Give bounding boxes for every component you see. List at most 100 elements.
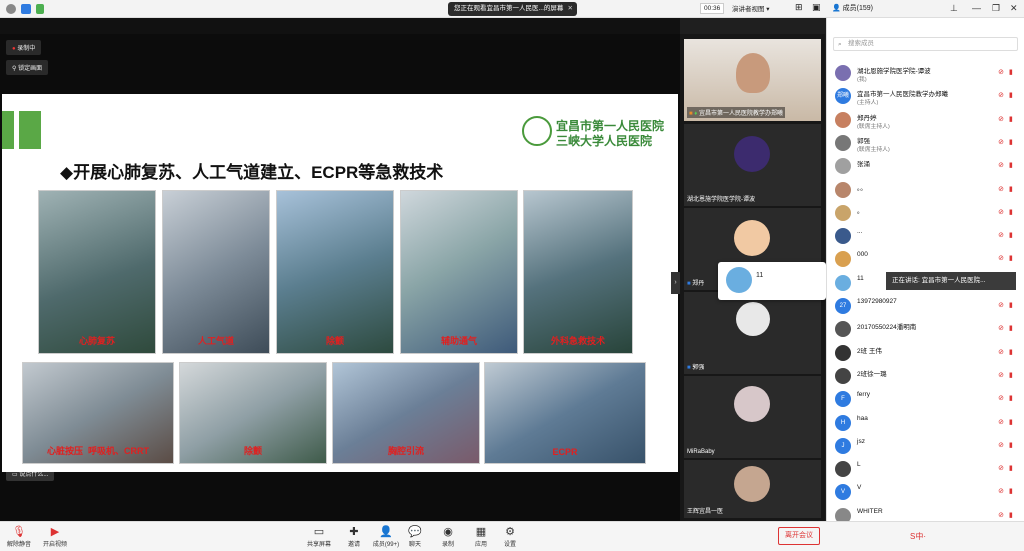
slide-title: ◆开展心肺复苏、人工气道建立、ECPR等急救技术 (60, 163, 444, 182)
mic-off-icon: ▮ (1009, 208, 1013, 216)
mic-off-icon: ▮ (1009, 511, 1013, 519)
member-row[interactable]: Jjsz ⊘ ▮ (835, 435, 1020, 457)
unmute-label: 解除静音 (6, 542, 31, 548)
camera-off-icon: ⊘ (998, 418, 1004, 426)
user-icon: ■ (689, 111, 693, 117)
meeting-timer: 00:36 (700, 3, 725, 14)
member-name: 湖北恩施学院医学院-谭波 (857, 68, 931, 75)
members-button[interactable]: 👤 成员(99+) (368, 525, 404, 548)
member-name: jsz (857, 437, 865, 445)
record-label: 录制 (441, 542, 454, 548)
video-tile[interactable]: MiRaBaby (684, 376, 821, 458)
video-tile-label: 郭强 (692, 365, 705, 371)
participant-hover-card[interactable]: 11 (718, 262, 826, 300)
member-row[interactable]: 。。 ⊘ ▮ (835, 179, 1020, 201)
member-row[interactable]: 27 13972980927 ⊘ ▮ (835, 295, 1020, 317)
info-icon[interactable] (6, 4, 16, 14)
avatar (835, 158, 851, 175)
search-placeholder: 搜索成员 (848, 40, 874, 47)
hover-card-name: 11 (756, 272, 764, 279)
control-bar: 🎙 解除静音 ▶ 开启视频 ▭ 共享屏幕 ✚ 邀请 👤 成员(99+) 💬 聊天 ◉ 录制 ▦… (0, 521, 1024, 551)
avatar: 27 (835, 298, 851, 314)
mic-off-icon: ▮ (1009, 185, 1013, 193)
member-row[interactable]: L ⊘ ▮ (835, 458, 1020, 480)
invite-button[interactable]: ✚ 邀请 (339, 525, 369, 548)
collapse-panel-button[interactable]: › (671, 272, 680, 294)
member-row[interactable]: 郑丹婷 (联席主持人) ⊘ ▮ (835, 109, 1020, 131)
member-row[interactable]: 20170550224潘明南 ⊘ ▮ (835, 318, 1020, 340)
member-row[interactable]: 郭强 (联席主持人) ⊘ ▮ (835, 132, 1020, 154)
member-name: 。 (857, 207, 864, 215)
lock-screen-button[interactable]: ⚲ 锁定画面 (6, 60, 49, 75)
close-icon[interactable]: ✕ (568, 2, 573, 16)
stage-topbar (0, 18, 680, 34)
member-row[interactable]: 张涌 ⊘ ▮ (835, 155, 1020, 177)
shield-icon[interactable] (21, 4, 31, 14)
chat-button[interactable]: 💬 聊天 (400, 525, 430, 548)
mic-off-icon: ▮ (1009, 325, 1013, 333)
add-person-icon: ✚ (349, 526, 359, 538)
member-role: (主持人) (857, 100, 879, 107)
avatar (726, 267, 752, 293)
sidebar-toggle-icon[interactable]: ▣ (812, 2, 821, 13)
view-mode-label: 演讲者视图 (732, 6, 765, 13)
recording-indicator[interactable]: ● 录制中 (6, 40, 42, 55)
settings-button[interactable]: ⚙ 设置 (495, 525, 525, 548)
video-tile[interactable]: ■ ♦ 宜昌市第一人民医院教学办郑曦 (684, 39, 821, 121)
avatar (835, 134, 851, 151)
member-row[interactable]: 。 ⊘ ▮ (835, 202, 1020, 224)
member-name: 000 (857, 251, 868, 259)
share-screen-button[interactable]: ▭ 共享屏幕 (304, 525, 334, 548)
record-button[interactable]: ◉ 录制 (433, 525, 463, 548)
apps-button[interactable]: ▦ 应用 (466, 525, 496, 548)
video-tile[interactable]: 湖北恩施学院医学院-谭波 (684, 124, 821, 206)
video-tile[interactable]: ■ 郭强 (684, 292, 821, 374)
maximize-icon[interactable]: ❐ (992, 3, 1000, 14)
gear-icon: ⚙ (505, 526, 515, 538)
member-search-input[interactable]: ⌕ 搜索成员 (833, 37, 1018, 51)
member-name: L (857, 461, 861, 469)
member-row[interactable]: Hhaa ⊘ ▮ (835, 412, 1020, 434)
member-name: V (857, 484, 862, 492)
search-icon: ⌕ (838, 41, 842, 48)
avatar (835, 461, 851, 478)
avatar: H (835, 414, 851, 431)
title-bar: 您正在观看宜昌市第一人民医...的屏幕 ✕ 00:36 演讲者视图 ▾ ⊞ ▣ 👤… (0, 0, 1024, 18)
layout-icon[interactable]: ⊞ (795, 2, 803, 13)
signal-icon[interactable] (36, 4, 44, 14)
member-row[interactable]: 2班徐一璐 ⊘ ▮ (835, 365, 1020, 387)
member-row[interactable]: Fferry ⊘ ▮ (835, 388, 1020, 410)
view-mode-dropdown[interactable]: 演讲者视图 ▾ (732, 3, 770, 13)
member-row[interactable]: 郑曦 宜昌市第一人民医院教学办郑曦 (主持人) ⊘ ▮ (835, 85, 1020, 107)
photo-thoracic: 胸腔引流 (332, 362, 480, 464)
leave-meeting-button[interactable]: 离开会议 (778, 527, 820, 545)
mic-off-icon: ▮ (1009, 348, 1013, 356)
mic-off-icon: ▮ (1009, 488, 1013, 496)
photo-ecpr: ECPR (484, 362, 646, 464)
minimize-icon[interactable]: — (972, 3, 981, 13)
mic-off-icon: ▮ (1009, 441, 1013, 449)
unmute-button[interactable]: 🎙 解除静音 (2, 525, 36, 548)
chat-bubble-icon: ▭ (12, 472, 18, 478)
start-video-button[interactable]: ▶ 开启视频 (38, 525, 72, 548)
avatar (734, 386, 770, 422)
photo-caption: 胸腔引流 (387, 446, 424, 456)
mic-off-icon: ▮ (1009, 115, 1013, 123)
tray-ime-icon[interactable]: S中· (910, 531, 926, 542)
member-row[interactable]: V V ⊘ ▮ (835, 481, 1020, 503)
member-row[interactable]: 湖北恩施学院医学院-谭波 (我) ⊘ ▮ (835, 62, 1020, 84)
presentation-slide: 宜昌市第一人民医院 三峡大学人民医院 ◆开展心肺复苏、人工气道建立、ECPR等急… (2, 94, 678, 472)
member-row[interactable]: ... ⊘ ▮ (835, 225, 1020, 247)
recording-label: 录制中 (17, 46, 36, 52)
video-tile-label: 王辉宜昌一医 (687, 509, 724, 515)
camera-off-icon: ⊘ (998, 255, 1004, 263)
member-row[interactable]: 2班 王伟 ⊘ ▮ (835, 342, 1020, 364)
share-label: 共享屏幕 (306, 542, 331, 548)
video-tile[interactable]: 王辉宜昌一医 (684, 460, 821, 518)
window-close-icon[interactable]: ✕ (1010, 3, 1018, 14)
pin-icon[interactable]: ⊥ (950, 3, 958, 14)
sharing-indicator[interactable]: 您正在观看宜昌市第一人民医...的屏幕 ✕ (448, 2, 577, 16)
camera-off-icon: ⊘ (998, 232, 1004, 240)
member-row[interactable]: 000 ⊘ ▮ (835, 248, 1020, 270)
avatar (835, 111, 851, 128)
